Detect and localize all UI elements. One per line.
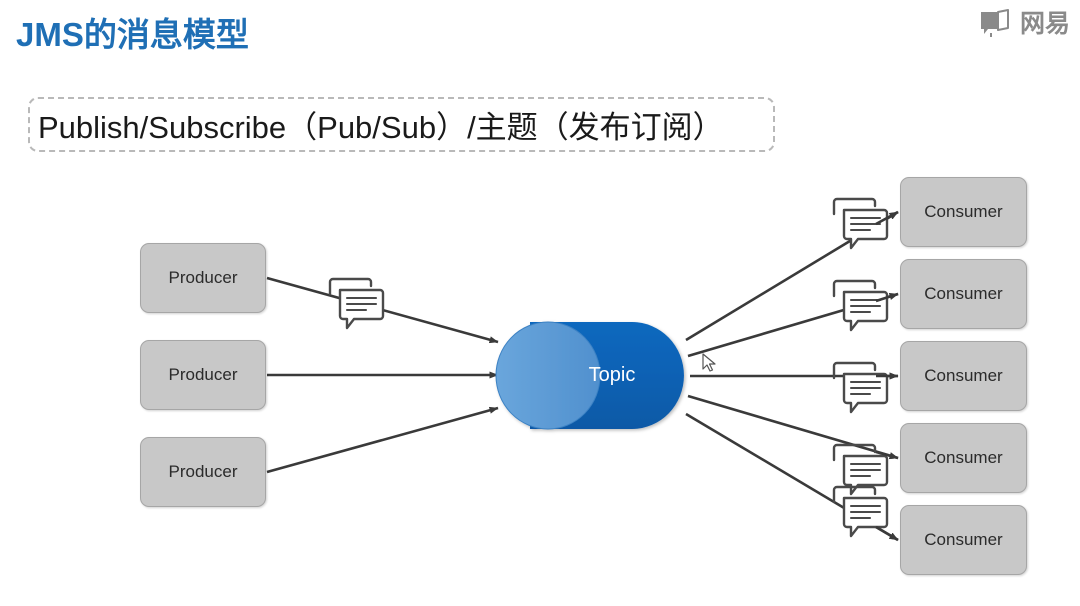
arrow-producer-3-to-topic xyxy=(266,406,499,474)
consumer-node-label: Consumer xyxy=(924,448,1003,467)
message-bubble-icon xyxy=(832,361,889,414)
message-bubble-icon xyxy=(832,279,889,332)
consumer-node-4[interactable]: Consumer xyxy=(900,423,1027,493)
consumer-node-label: Consumer xyxy=(924,530,1003,549)
consumer-node-2[interactable]: Consumer xyxy=(900,259,1027,329)
consumer-node-3[interactable]: Consumer xyxy=(900,341,1027,411)
producer-node-1[interactable]: Producer xyxy=(140,243,266,313)
topic-label-wrap: Topic xyxy=(540,322,684,429)
producer-node-label: Producer xyxy=(168,365,238,384)
consumer-node-1[interactable]: Consumer xyxy=(900,177,1027,247)
topic-label: Topic xyxy=(588,364,636,386)
consumer-node-5[interactable]: Consumer xyxy=(900,505,1027,575)
producer-node-label: Producer xyxy=(168,268,238,287)
producer-node-3[interactable]: Producer xyxy=(140,437,266,507)
arrow-topic-to-consumer-4 xyxy=(687,394,899,460)
producer-node-2[interactable]: Producer xyxy=(140,340,266,410)
consumer-arrow-tips xyxy=(875,210,899,542)
producer-node-label: Producer xyxy=(168,462,238,481)
consumer-node-label: Consumer xyxy=(924,284,1003,303)
message-bubble-icon xyxy=(328,277,385,330)
consumer-node-label: Consumer xyxy=(924,202,1003,221)
consumer-node-label: Consumer xyxy=(924,366,1003,385)
